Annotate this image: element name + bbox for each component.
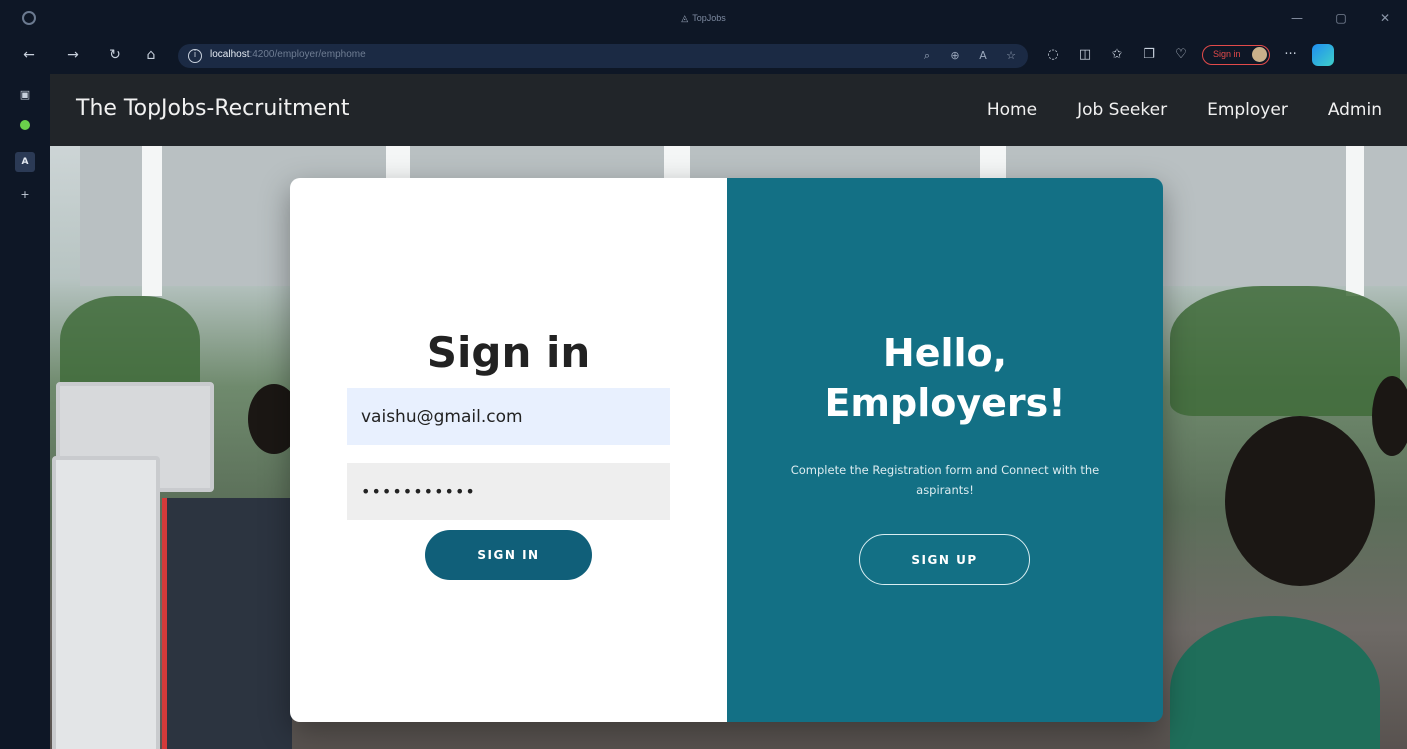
site-navbar: The TopJobs-Recruitment Home Job Seeker … xyxy=(50,74,1407,146)
welcome-title-line2: Employers! xyxy=(824,381,1066,425)
nav-employer-link[interactable]: Employer xyxy=(1207,100,1288,120)
monitor-decoration xyxy=(52,456,160,749)
nav-admin-link[interactable]: Admin xyxy=(1328,100,1382,120)
person-decoration xyxy=(1225,416,1375,586)
browser-toolbar: ← → ↻ ⌂ i localhost:4200/employer/emphom… xyxy=(0,36,1407,74)
browser-essentials-icon[interactable]: ♡ xyxy=(1170,44,1192,66)
nav-links: Home Job Seeker Employer Admin xyxy=(987,100,1382,120)
laptop-screen-decoration xyxy=(162,498,292,749)
window-light xyxy=(142,146,162,296)
toolbar-right: ◌ ◫ ✩ ❐ ♡ Sign in ··· xyxy=(1042,44,1334,66)
collections-icon[interactable]: ❐ xyxy=(1138,44,1160,66)
site-brand[interactable]: The TopJobs-Recruitment xyxy=(76,96,350,121)
tab-favicon-icon: ◬ xyxy=(681,13,689,23)
password-input[interactable] xyxy=(347,463,670,520)
zoom-icon[interactable]: ⊕ xyxy=(946,47,964,65)
window-light xyxy=(1346,146,1364,296)
email-input[interactable] xyxy=(347,388,670,445)
tab-favicon-green-icon[interactable] xyxy=(20,120,30,130)
tab-favicon-a-icon[interactable]: A xyxy=(15,152,35,172)
address-bar[interactable]: i localhost:4200/employer/emphome ⌕ ⊕ A … xyxy=(178,44,1028,68)
auth-card: Sign in SIGN IN Hello, Employers! Comple… xyxy=(290,178,1163,722)
search-icon[interactable]: ⌕ xyxy=(918,47,936,65)
forward-arrow-icon[interactable]: → xyxy=(62,44,84,66)
window-title: ◬ TopJobs xyxy=(681,13,726,23)
welcome-title-line1: Hello, xyxy=(882,331,1008,375)
vertical-tab-strip: ▣ A + xyxy=(0,74,50,749)
profile-signin-button[interactable]: Sign in xyxy=(1202,45,1270,65)
browser-titlebar: ◬ TopJobs — ▢ ✕ xyxy=(0,0,1407,36)
signin-panel: Sign in SIGN IN xyxy=(290,178,727,722)
tab-actions-icon[interactable]: ▣ xyxy=(16,86,34,104)
copilot-icon[interactable] xyxy=(1311,44,1334,66)
site-info-icon[interactable]: i xyxy=(188,49,202,63)
minimize-button[interactable]: — xyxy=(1275,0,1319,36)
url-text[interactable]: localhost:4200/employer/emphome xyxy=(210,49,366,60)
favorites-icon[interactable]: ✩ xyxy=(1106,44,1128,66)
read-aloud-icon[interactable]: A xyxy=(974,47,992,65)
signup-button[interactable]: SIGN UP xyxy=(859,534,1030,585)
nav-home-link[interactable]: Home xyxy=(987,100,1037,120)
back-arrow-icon[interactable]: ← xyxy=(18,44,40,66)
signin-title: Sign in xyxy=(426,328,591,377)
plant-decoration xyxy=(1170,286,1400,416)
welcome-subtitle: Complete the Registration form and Conne… xyxy=(790,463,1100,497)
welcome-title: Hello, Employers! xyxy=(727,328,1163,428)
refresh-icon[interactable]: ↻ xyxy=(104,44,126,66)
new-tab-plus-icon[interactable]: + xyxy=(16,186,34,204)
favorite-star-icon[interactable]: ☆ xyxy=(1002,47,1020,65)
nav-job-seeker-link[interactable]: Job Seeker xyxy=(1077,100,1167,120)
address-bar-actions: ⌕ ⊕ A ☆ xyxy=(918,47,1020,65)
more-options-icon[interactable]: ··· xyxy=(1280,44,1302,66)
person-decoration xyxy=(1170,616,1380,749)
welcome-panel: Hello, Employers! Complete the Registrat… xyxy=(727,178,1163,722)
home-icon[interactable]: ⌂ xyxy=(140,44,162,66)
split-screen-icon[interactable]: ◫ xyxy=(1074,44,1096,66)
signin-button[interactable]: SIGN IN xyxy=(425,530,592,580)
extensions-icon[interactable]: ◌ xyxy=(1042,44,1064,66)
maximize-button[interactable]: ▢ xyxy=(1319,0,1363,36)
avatar xyxy=(1251,47,1267,62)
close-button[interactable]: ✕ xyxy=(1363,0,1407,36)
person-decoration xyxy=(1372,376,1407,456)
window-blind xyxy=(1364,146,1407,286)
window-controls: — ▢ ✕ xyxy=(1275,0,1407,36)
web-page: The TopJobs-Recruitment Home Job Seeker … xyxy=(50,74,1407,749)
